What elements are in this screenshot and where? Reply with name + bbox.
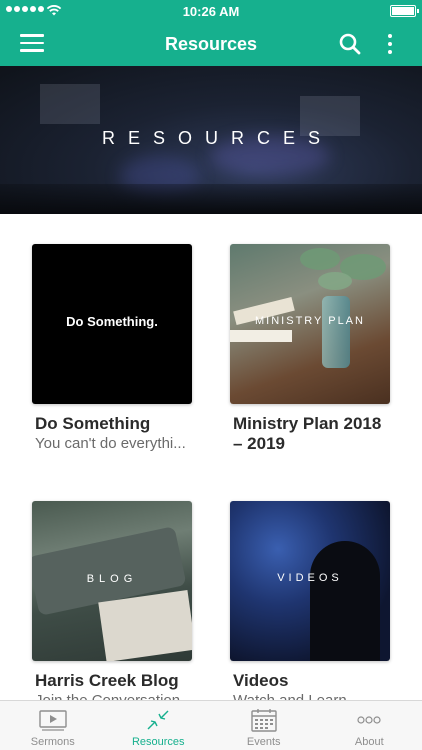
thumbnail-text: VIDEOS xyxy=(277,572,343,584)
card-subtitle: You can't do everythi... xyxy=(35,435,186,452)
thumbnail-text: BLOG xyxy=(86,573,138,585)
card-thumbnail: MINISTRY PLAN xyxy=(230,244,390,404)
card-title: Videos xyxy=(233,671,289,690)
tab-bar: Sermons Resources Events About xyxy=(0,700,422,750)
card-title: Ministry Plan 2018 – 2019 xyxy=(233,414,382,453)
resource-card-videos[interactable]: VIDEOS Videos Watch and Learn xyxy=(230,501,390,700)
thumbnail-text: Do Something. xyxy=(66,314,158,329)
battery-icon xyxy=(390,5,419,17)
resources-grid: Do Something. Do Something You can't do … xyxy=(0,214,422,700)
resource-card-ministry-plan[interactable]: MINISTRY PLAN Ministry Plan 2018 – 2019 xyxy=(230,244,390,454)
tab-about[interactable]: About xyxy=(317,701,422,750)
tab-label: About xyxy=(354,736,384,748)
video-player-icon xyxy=(39,710,67,731)
calendar-icon xyxy=(251,709,277,732)
card-title: Do Something xyxy=(35,414,151,433)
nav-bar: Resources xyxy=(0,22,422,66)
status-bar: 10:26 AM xyxy=(0,0,422,22)
tab-sermons[interactable]: Sermons xyxy=(0,701,106,750)
more-vertical-icon[interactable] xyxy=(384,32,396,56)
tab-resources[interactable]: Resources xyxy=(106,701,212,750)
thumbnail-text: MINISTRY PLAN xyxy=(255,315,365,327)
tab-label: Sermons xyxy=(30,736,75,748)
collapse-arrows-icon xyxy=(147,710,169,730)
resource-card-do-something[interactable]: Do Something. Do Something You can't do … xyxy=(32,244,192,453)
card-thumbnail: BLOG xyxy=(32,501,192,661)
resources-banner: RESOURCES xyxy=(0,66,422,214)
tab-events[interactable]: Events xyxy=(211,701,317,750)
status-time: 10:26 AM xyxy=(182,4,240,19)
resource-card-blog[interactable]: BLOG Harris Creek Blog Join the Conversa… xyxy=(32,501,192,700)
more-dots-icon xyxy=(357,716,381,724)
tab-label: Resources xyxy=(131,736,185,748)
card-thumbnail: Do Something. xyxy=(32,244,192,404)
card-subtitle: Watch and Learn xyxy=(230,691,388,700)
card-title: Harris Creek Blog xyxy=(35,671,179,690)
tab-label: Events xyxy=(246,736,281,748)
card-subtitle: Join the Conversation xyxy=(32,691,190,700)
card-thumbnail: VIDEOS xyxy=(230,501,390,661)
banner-title: RESOURCES xyxy=(101,128,334,148)
search-icon[interactable] xyxy=(338,32,362,56)
